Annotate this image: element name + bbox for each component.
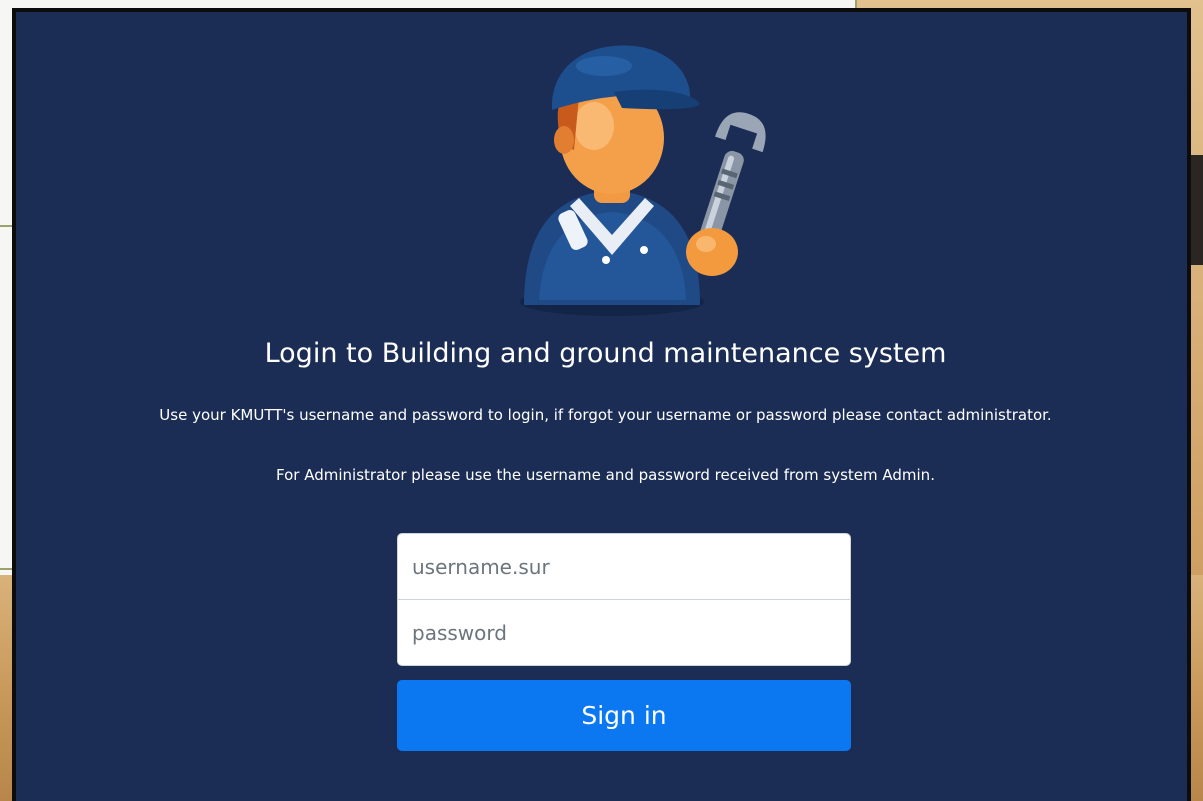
admin-instructions: For Administrator please use the usernam… [276, 466, 935, 484]
password-input[interactable] [397, 599, 851, 666]
maintenance-worker-icon [520, 45, 766, 316]
login-instructions: Use your KMUTT's username and password t… [159, 406, 1052, 424]
sign-in-button[interactable]: Sign in [397, 680, 851, 751]
page-title: Login to Building and ground maintenance… [264, 338, 947, 369]
login-panel: Login to Building and ground maintenance… [12, 8, 1191, 801]
username-input[interactable] [397, 533, 851, 600]
login-form: Sign in [397, 533, 851, 751]
